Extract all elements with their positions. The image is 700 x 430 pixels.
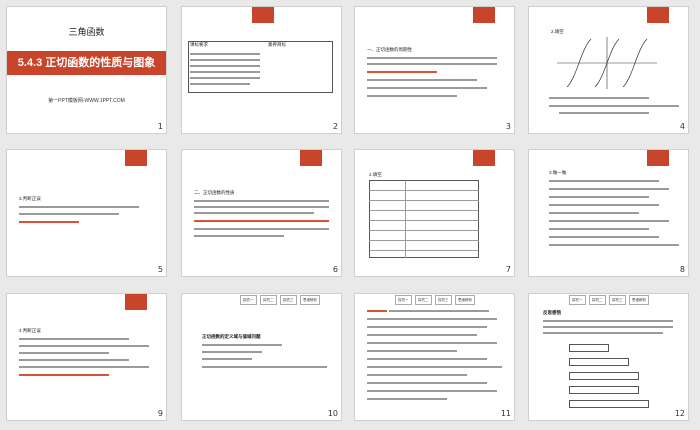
slide-6[interactable]: 二、正切函数的性质 6	[181, 149, 342, 277]
section-tag	[473, 150, 495, 166]
slide-9[interactable]: 4.判断正误 9	[6, 293, 167, 421]
slide-number: 4	[679, 122, 685, 131]
tab-2[interactable]: 探究二	[589, 295, 606, 305]
slide-number: 6	[332, 265, 338, 274]
table-header-1: 课标要求	[190, 42, 208, 47]
tab-3[interactable]: 探究三	[435, 295, 452, 305]
tab-4[interactable]: 思维辨析	[629, 295, 649, 305]
slide-8[interactable]: 3.做一做 8	[528, 149, 689, 277]
slide-number: 12	[674, 409, 685, 418]
slide-7[interactable]: 2.填空 7	[354, 149, 515, 277]
flow-box	[569, 386, 639, 394]
tab-1[interactable]: 探究一	[240, 295, 257, 305]
tab-4[interactable]: 思维辨析	[455, 295, 475, 305]
slide-heading: 4.判断正误	[19, 328, 41, 333]
slide-2[interactable]: 课标要求 素养目标 2	[181, 6, 342, 134]
slide-12[interactable]: 探究一 探究二 探究三 思维辨析 反思感悟 12	[528, 293, 689, 421]
section-tag	[300, 150, 322, 166]
slide-3[interactable]: 一、正切函数的周期性 3	[354, 6, 515, 134]
slide-10[interactable]: 探究一 探究二 探究三 思维辨析 正切函数的定义域与值域问题 10	[181, 293, 342, 421]
section-tag	[125, 150, 147, 166]
objectives-table	[188, 41, 333, 93]
slide-number: 5	[157, 265, 163, 274]
tab-4[interactable]: 思维辨析	[300, 295, 320, 305]
slide-number: 7	[505, 265, 511, 274]
slide-5[interactable]: 3.判断正误 5	[6, 149, 167, 277]
slide-heading: 一、正切函数的周期性	[367, 47, 412, 52]
slide-4[interactable]: 2.填空 4	[528, 6, 689, 134]
slide-number: 10	[327, 409, 338, 418]
tangent-graph	[557, 37, 657, 89]
slide-heading: 2.填空	[369, 172, 382, 177]
tab-2[interactable]: 探究二	[415, 295, 432, 305]
slide-number: 2	[332, 122, 338, 131]
slide-1[interactable]: 三角函数 5.4.3 正切函数的性质与图象 第一PPT模板网-WWW.1PPT.…	[6, 6, 167, 134]
section-tag	[647, 7, 669, 23]
section-tag	[473, 7, 495, 23]
slide-number: 3	[505, 122, 511, 131]
tab-3[interactable]: 探究三	[609, 295, 626, 305]
flow-box	[569, 372, 639, 380]
tab-3[interactable]: 探究三	[280, 295, 297, 305]
slide-number: 9	[157, 409, 163, 418]
section-tag	[252, 7, 274, 23]
section-tag	[125, 294, 147, 310]
flow-box	[569, 400, 649, 408]
tab-1[interactable]: 探究一	[569, 295, 586, 305]
slide-heading: 3.做一做	[549, 170, 567, 175]
slide-heading: 2.填空	[551, 29, 564, 34]
section-tag	[647, 150, 669, 166]
slide-number: 11	[500, 409, 511, 418]
slide-heading: 反思感悟	[543, 310, 561, 315]
slide-heading: 二、正切函数的性质	[194, 190, 235, 195]
table-header-2: 素养目标	[268, 42, 286, 47]
slide-number: 8	[679, 265, 685, 274]
slide-heading: 正切函数的定义域与值域问题	[202, 334, 261, 339]
flow-box	[569, 358, 629, 366]
slide-footer: 第一PPT模板网-WWW.1PPT.COM	[48, 98, 125, 104]
property-table	[369, 180, 479, 258]
slide-title: 三角函数	[68, 27, 105, 37]
tab-2[interactable]: 探究二	[260, 295, 277, 305]
slide-subtitle: 5.4.3 正切函数的性质与图象	[7, 51, 166, 75]
slide-heading: 3.判断正误	[19, 196, 41, 201]
slide-11[interactable]: 探究一 探究二 探究三 思维辨析 11	[354, 293, 515, 421]
tab-1[interactable]: 探究一	[395, 295, 412, 305]
slide-number: 1	[157, 122, 163, 131]
flow-box	[569, 344, 609, 352]
